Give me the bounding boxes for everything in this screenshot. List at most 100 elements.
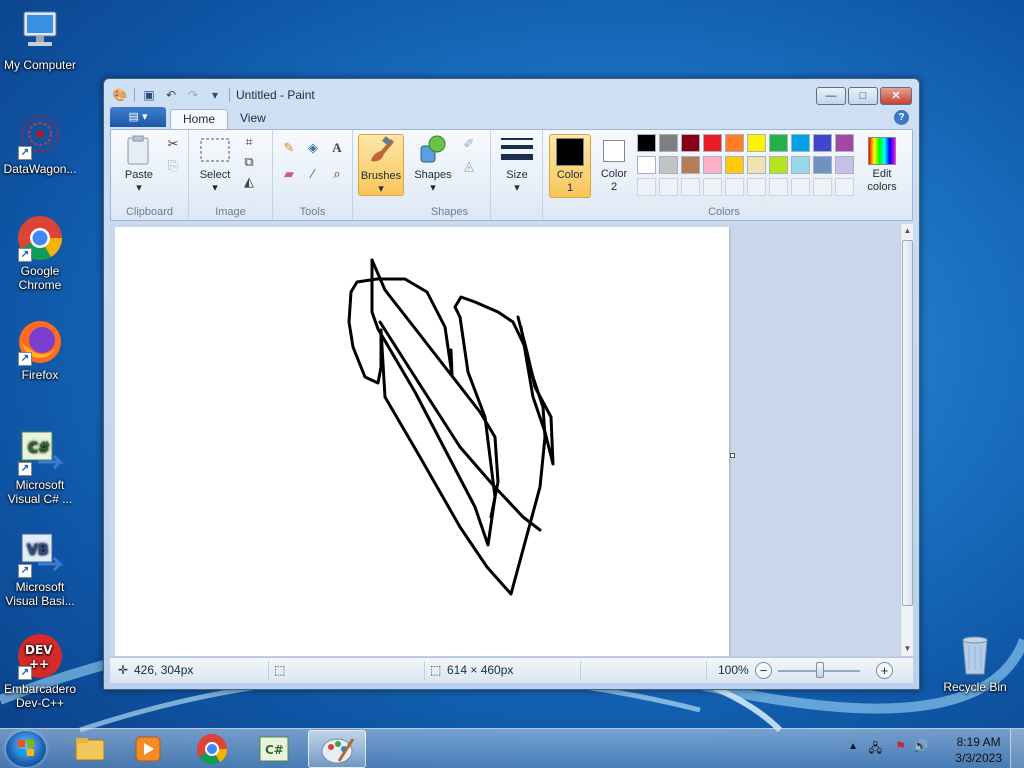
taskbar-explorer[interactable] xyxy=(60,730,118,768)
eraser-icon[interactable]: ▰ xyxy=(279,164,299,184)
desktop-icon-google-chrome[interactable]: ↗ Google Chrome xyxy=(0,214,80,292)
help-icon[interactable]: ? xyxy=(894,110,909,125)
scroll-up-icon[interactable]: ▲ xyxy=(901,224,914,238)
paste-button[interactable]: Paste ▾ xyxy=(119,134,159,195)
palette-custom-slot[interactable] xyxy=(681,178,700,196)
edit-colors-button[interactable]: Edit colors xyxy=(861,134,903,198)
color-picker-icon[interactable]: ⁄ xyxy=(303,164,323,184)
palette-color-swatch[interactable] xyxy=(681,134,700,152)
tab-home[interactable]: Home xyxy=(170,109,229,129)
palette-color-swatch[interactable] xyxy=(835,156,854,174)
palette-custom-slot[interactable] xyxy=(813,178,832,196)
show-hidden-icons-icon[interactable]: ▲ xyxy=(848,741,858,752)
zoom-slider-thumb[interactable] xyxy=(816,662,824,678)
volume-icon[interactable]: 🔊 xyxy=(913,739,928,753)
taskbar-media-player[interactable] xyxy=(120,730,178,768)
palette-color-swatch[interactable] xyxy=(835,134,854,152)
palette-color-swatch[interactable] xyxy=(637,156,656,174)
media-player-icon xyxy=(135,736,161,762)
desktop-icon-my-computer[interactable]: My Computer xyxy=(0,8,80,72)
resize-icon[interactable]: ⧉ xyxy=(239,152,259,172)
palette-color-swatch[interactable] xyxy=(769,134,788,152)
palette-color-swatch[interactable] xyxy=(813,156,832,174)
canvas-workspace[interactable] xyxy=(110,224,900,656)
redo-icon[interactable]: ↷ xyxy=(185,87,201,103)
title-bar[interactable]: 🎨 ▣ ↶ ↷ ▾ Untitled - Paint — □ ✕ xyxy=(104,79,919,109)
palette-custom-slot[interactable] xyxy=(725,178,744,196)
zoom-in-button[interactable]: + xyxy=(876,662,893,679)
show-desktop-button[interactable] xyxy=(1010,729,1024,768)
palette-color-swatch[interactable] xyxy=(681,156,700,174)
shapes-button[interactable]: Shapes ▾ xyxy=(413,134,453,195)
palette-custom-slot[interactable] xyxy=(637,178,656,196)
magnifier-icon[interactable]: ⌕ xyxy=(327,164,347,184)
desktop-icon-visual-csharp[interactable]: C# ↗ Microsoft Visual C# ... xyxy=(0,428,80,506)
text-icon[interactable]: A xyxy=(327,138,347,158)
palette-color-swatch[interactable] xyxy=(703,156,722,174)
crop-icon[interactable]: ⌗ xyxy=(239,132,259,152)
network-icon[interactable]: 🖧 xyxy=(869,739,882,760)
palette-color-swatch[interactable] xyxy=(637,134,656,152)
copy-icon[interactable]: ⎘ xyxy=(163,156,183,176)
vertical-scrollbar[interactable]: ▲ ▼ xyxy=(900,224,913,656)
palette-color-swatch[interactable] xyxy=(725,134,744,152)
zoom-out-button[interactable]: − xyxy=(755,662,772,679)
undo-icon[interactable]: ↶ xyxy=(163,87,179,103)
palette-custom-slot[interactable] xyxy=(769,178,788,196)
save-icon[interactable]: ▣ xyxy=(141,87,157,103)
palette-custom-slot[interactable] xyxy=(659,178,678,196)
paint-app-icon: 🎨 xyxy=(112,88,128,102)
customize-qat-icon[interactable]: ▾ xyxy=(207,87,223,103)
palette-color-swatch[interactable] xyxy=(769,156,788,174)
desktop-icon-recycle-bin[interactable]: Recycle Bin xyxy=(935,630,1015,694)
palette-color-swatch[interactable] xyxy=(813,134,832,152)
desktop-icon-visual-basic[interactable]: VB ↗ Microsoft Visual Basi... xyxy=(0,530,80,608)
palette-color-swatch[interactable] xyxy=(747,134,766,152)
clock[interactable]: 8:19 AM 3/3/2023 xyxy=(955,734,1002,766)
palette-color-swatch[interactable] xyxy=(659,134,678,152)
palette-custom-slot[interactable] xyxy=(703,178,722,196)
palette-custom-slot[interactable] xyxy=(791,178,810,196)
desktop-icon-label: Recycle Bin xyxy=(943,680,1007,694)
cut-icon[interactable]: ✂ xyxy=(163,134,183,154)
color1-button[interactable]: Color 1 xyxy=(549,134,591,198)
brushes-button[interactable]: Brushes ▾ xyxy=(358,134,404,196)
scroll-down-icon[interactable]: ▼ xyxy=(901,642,914,656)
taskbar-paint[interactable] xyxy=(308,730,366,768)
canvas-resize-handle[interactable] xyxy=(730,453,735,458)
palette-custom-slot[interactable] xyxy=(835,178,854,196)
start-button[interactable] xyxy=(6,731,46,767)
palette-color-swatch[interactable] xyxy=(791,134,810,152)
palette-custom-slot[interactable] xyxy=(747,178,766,196)
desktop-icon-firefox[interactable]: ↗ Firefox xyxy=(0,318,80,382)
taskbar-chrome[interactable] xyxy=(184,730,242,768)
close-button[interactable]: ✕ xyxy=(880,87,912,105)
rotate-icon[interactable]: ◭ xyxy=(239,172,259,192)
palette-color-swatch[interactable] xyxy=(747,156,766,174)
size-button[interactable]: Size ▾ xyxy=(497,134,537,195)
tab-view[interactable]: View xyxy=(228,109,278,129)
paint-menu-button[interactable]: ▤ ▾ xyxy=(110,107,166,127)
palette-color-swatch[interactable] xyxy=(703,134,722,152)
palette-color-swatch[interactable] xyxy=(791,156,810,174)
taskbar-visual-csharp[interactable]: C# xyxy=(246,730,304,768)
outline-icon[interactable]: ✐ xyxy=(459,134,479,154)
color2-button[interactable]: Color 2 xyxy=(593,134,635,198)
fill-icon[interactable]: ◈ xyxy=(303,138,323,158)
minimize-button[interactable]: — xyxy=(816,87,846,105)
pencil-icon[interactable]: ✎ xyxy=(279,138,299,158)
select-button[interactable]: Select ▾ xyxy=(195,134,235,195)
maximize-button[interactable]: □ xyxy=(848,87,878,105)
desktop-icon-dev-cpp[interactable]: DEV ++ ↗ Embarcadero Dev-C++ xyxy=(0,632,80,710)
paint-window[interactable]: 🎨 ▣ ↶ ↷ ▾ Untitled - Paint — □ ✕ ▤ ▾ Hom… xyxy=(103,78,920,690)
desktop-icon-datawagon[interactable]: ↗ DataWagon... xyxy=(0,112,80,176)
action-center-flag-icon[interactable]: ⚑ xyxy=(895,739,906,753)
drawing-canvas[interactable] xyxy=(115,227,729,656)
palette-color-swatch[interactable] xyxy=(659,156,678,174)
desktop-icon-label: Embarcadero Dev-C++ xyxy=(3,682,77,710)
csharp-icon: C# ↗ xyxy=(16,428,64,476)
zoom-level: 100% xyxy=(718,663,749,677)
palette-color-swatch[interactable] xyxy=(725,156,744,174)
scrollbar-thumb[interactable] xyxy=(902,240,913,606)
shape-fill-icon[interactable]: ◬ xyxy=(459,156,479,176)
